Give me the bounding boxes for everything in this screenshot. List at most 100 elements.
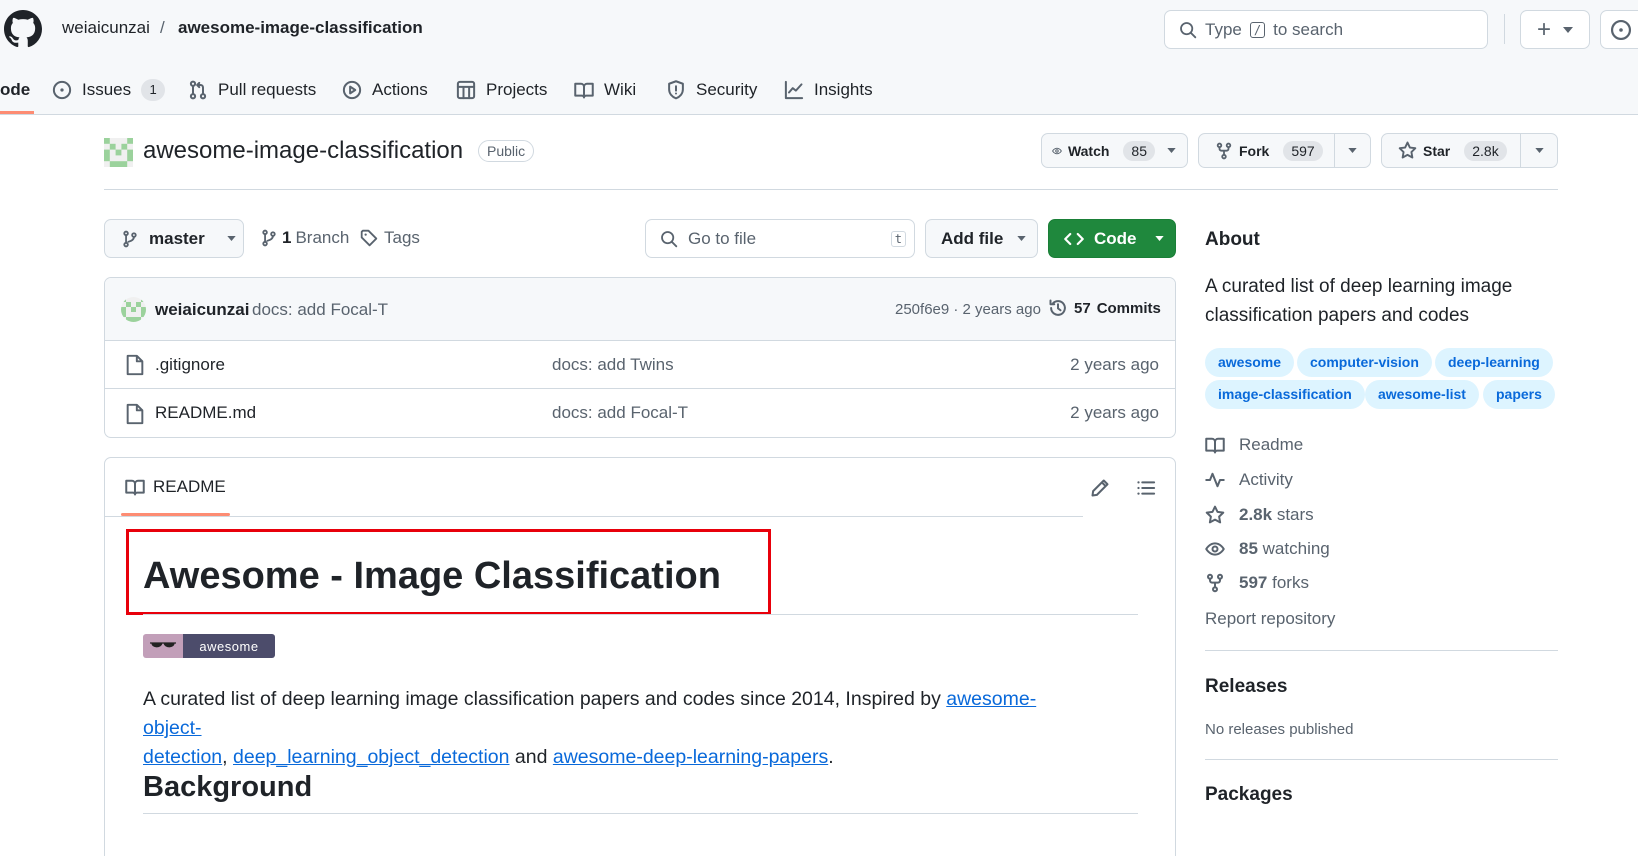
book-icon	[125, 479, 145, 496]
awesome-deep-learning-papers-link[interactable]: awesome-deep-learning-papers	[553, 746, 828, 768]
topic-tag[interactable]: deep-learning	[1435, 348, 1553, 377]
sidebar-divider	[1205, 650, 1558, 651]
visibility-badge: Public	[478, 140, 535, 162]
topic-tag[interactable]: image-classification	[1205, 380, 1365, 409]
punctuation: ,	[222, 746, 228, 768]
fork-label: Fork	[1239, 142, 1270, 159]
issues-counter: 1	[141, 79, 166, 101]
watch-label: Watch	[1067, 142, 1110, 159]
branches-link[interactable]: 1 Branch	[260, 228, 349, 248]
topic-tag[interactable]: awesome	[1205, 348, 1295, 377]
readme-tab[interactable]: README	[125, 477, 226, 497]
tab-issues[interactable]: Issues 1	[52, 72, 166, 108]
readme-tab-label: README	[153, 477, 226, 496]
link-part: detection	[143, 746, 223, 768]
tab-code[interactable]: ode	[0, 72, 30, 108]
chevron-down-icon	[1166, 148, 1176, 153]
star-label: Star	[1423, 142, 1451, 159]
readme-link[interactable]: Readme	[1205, 435, 1303, 455]
topic-tag[interactable]: papers	[1483, 380, 1555, 409]
github-logo-icon[interactable]	[4, 10, 42, 48]
repo-link[interactable]: awesome-image-classification	[178, 18, 423, 38]
readme-title: Awesome - Image Classification	[143, 555, 721, 597]
header-divider	[1504, 14, 1505, 44]
tab-actions[interactable]: Actions	[342, 72, 428, 108]
fork-icon	[1207, 573, 1223, 593]
tab-projects[interactable]: Projects	[456, 72, 547, 108]
tab-pull-requests[interactable]: Pull requests	[188, 72, 316, 108]
repo-title[interactable]: awesome-image-classification	[143, 137, 463, 165]
create-new-button[interactable]: +	[1520, 10, 1590, 49]
commits-link[interactable]: 57 Commits	[1048, 298, 1161, 318]
topic-tag[interactable]: awesome-list	[1365, 380, 1479, 409]
deep-learning-object-detection-link[interactable]: deep_learning_object_detection	[233, 746, 509, 768]
search-shortcut-key: /	[1249, 21, 1266, 38]
tab-insights[interactable]: Insights	[784, 72, 873, 108]
fork-button[interactable]: Fork 597	[1198, 133, 1371, 168]
activity-label: Activity	[1239, 470, 1293, 489]
stars-count: 2.8k	[1239, 505, 1273, 524]
repo-avatar	[104, 138, 133, 167]
awesome-badge[interactable]: awesome	[143, 634, 275, 658]
tag-icon	[360, 229, 378, 247]
owner-link[interactable]: weiaicunzai	[62, 18, 150, 38]
tab-issues-label: Issues	[82, 80, 132, 99]
background-heading: Background	[143, 771, 313, 803]
releases-heading[interactable]: Releases	[1205, 676, 1287, 698]
branch-icon	[262, 229, 276, 247]
punctuation: .	[828, 746, 834, 768]
tab-pull-requests-label: Pull requests	[218, 80, 317, 99]
watch-count: 85	[1123, 140, 1155, 161]
branch-icon	[123, 230, 137, 247]
heading-underline	[143, 813, 1138, 814]
file-name[interactable]: .gitignore	[155, 355, 225, 375]
file-commit-message[interactable]: docs: add Focal-T	[552, 403, 688, 423]
fork-count: 597	[1283, 140, 1323, 161]
forks-link[interactable]: 597 forks	[1205, 573, 1309, 593]
readme-link-label: Readme	[1239, 435, 1304, 454]
commit-meta[interactable]: 250f6e9 · 2 years ago	[895, 301, 1041, 318]
intro-text: A curated list of deep learning image cl…	[143, 688, 941, 710]
table-row[interactable]: README.md docs: add Focal-T 2 years ago	[105, 390, 1175, 437]
stars-link[interactable]: 2.8k stars	[1205, 505, 1314, 525]
add-file-button[interactable]: Add file	[925, 219, 1038, 258]
list-outline-icon[interactable]	[1136, 478, 1156, 498]
go-to-file-input[interactable]: Go to file t	[645, 219, 915, 258]
book-icon	[574, 82, 594, 99]
report-repository-link[interactable]: Report repository	[1205, 609, 1335, 629]
watch-dropdown[interactable]	[1155, 148, 1187, 153]
search-icon	[661, 230, 678, 247]
watching-link[interactable]: 85 watching	[1205, 539, 1330, 559]
go-to-file-shortcut: t	[890, 230, 906, 247]
file-list: weiaicunzai docs: add Focal-T 250f6e9 · …	[104, 277, 1176, 438]
branch-selector[interactable]: master	[104, 219, 244, 258]
tab-wiki[interactable]: Wiki	[574, 72, 636, 108]
commit-message[interactable]: docs: add Focal-T	[252, 300, 388, 320]
star-icon	[1205, 505, 1225, 524]
code-button[interactable]: Code	[1048, 219, 1176, 258]
star-button[interactable]: Star 2.8k	[1381, 133, 1558, 168]
issues-shortcut-button[interactable]	[1600, 10, 1638, 49]
file-age: 2 years ago	[1070, 355, 1159, 374]
search-input[interactable]: Type / to search	[1164, 10, 1488, 49]
commit-author[interactable]: weiaicunzai	[155, 300, 249, 320]
file-name[interactable]: README.md	[155, 403, 256, 423]
search-placeholder-prefix: Type	[1205, 19, 1242, 39]
tags-link[interactable]: Tags	[360, 228, 420, 248]
activity-link[interactable]: Activity	[1205, 470, 1293, 490]
file-commit-message[interactable]: docs: add Twins	[552, 355, 674, 375]
tab-security[interactable]: Security	[666, 72, 757, 108]
pulse-icon	[1205, 472, 1225, 488]
pencil-icon[interactable]	[1090, 478, 1110, 498]
table-row[interactable]: .gitignore docs: add Twins 2 years ago	[105, 341, 1175, 389]
topic-tag[interactable]: computer-vision	[1297, 348, 1432, 377]
global-header: weiaicunzai / awesome-image-classificati…	[0, 0, 1638, 115]
chevron-down-icon	[227, 236, 236, 241]
watch-button[interactable]: Watch 85	[1041, 133, 1188, 168]
packages-heading[interactable]: Packages	[1205, 784, 1293, 806]
star-count: 2.8k	[1464, 140, 1507, 161]
sunglasses-icon	[143, 634, 183, 658]
file-icon	[126, 354, 144, 376]
fork-dropdown[interactable]	[1335, 148, 1370, 153]
star-dropdown[interactable]	[1521, 148, 1557, 153]
